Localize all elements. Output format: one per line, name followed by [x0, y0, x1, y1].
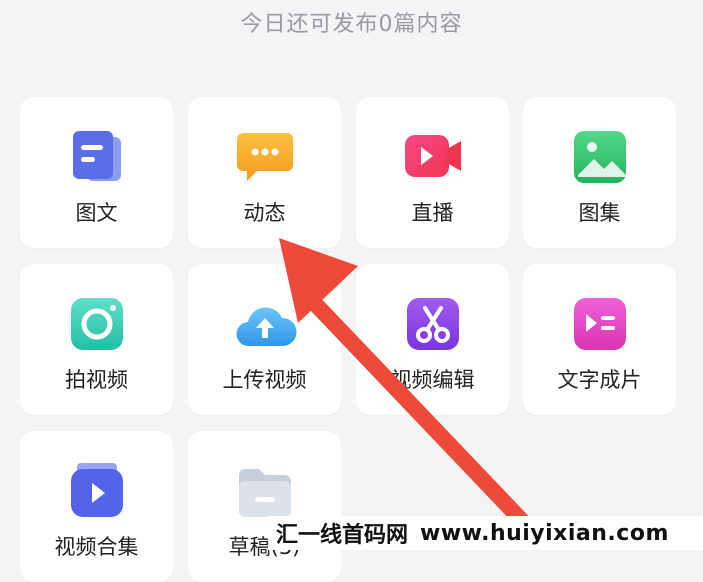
publish-quota-text: 今日还可发布0篇内容 — [240, 12, 463, 37]
tile-label: 视频编辑 — [390, 368, 475, 392]
text-to-video-icon — [568, 294, 632, 354]
tile-upload-video[interactable]: 上传视频 — [188, 264, 341, 415]
watermark-url: www.huiyixian.com — [420, 520, 669, 546]
tile-video-edit[interactable]: 视频编辑 — [356, 264, 509, 415]
tile-video-collection[interactable]: 视频合集 — [20, 431, 173, 582]
scissors-icon — [401, 294, 465, 354]
tile-image-text[interactable]: 图文 — [20, 97, 173, 248]
tile-shoot-video[interactable]: 拍视频 — [20, 264, 173, 415]
image-text-icon — [65, 127, 129, 187]
tile-label: 视频合集 — [54, 535, 139, 559]
shoot-video-icon — [65, 294, 129, 354]
tile-label: 动态 — [243, 201, 286, 225]
drafts-folder-icon — [233, 461, 297, 521]
tile-label: 上传视频 — [222, 368, 307, 392]
tile-live[interactable]: 直播 — [356, 97, 509, 248]
live-camera-icon — [401, 127, 465, 187]
watermark-banner: 汇一线首码网 www.huiyixian.com — [268, 516, 703, 550]
upload-cloud-icon — [233, 294, 297, 354]
moment-chat-icon — [233, 127, 297, 187]
tile-moment[interactable]: 动态 — [188, 97, 341, 248]
watermark-site-name: 汇一线首码网 — [276, 523, 409, 548]
tile-label: 图集 — [578, 201, 621, 225]
tile-gallery[interactable]: 图集 — [523, 97, 676, 248]
tile-drafts[interactable]: 草稿(3) — [188, 431, 341, 582]
tile-label: 直播 — [411, 201, 454, 225]
video-collection-icon — [65, 461, 129, 521]
gallery-icon — [568, 127, 632, 187]
tile-text-to-video[interactable]: 文字成片 — [523, 264, 676, 415]
tile-label: 图文 — [75, 201, 118, 225]
tile-label: 拍视频 — [65, 368, 128, 392]
tile-label: 文字成片 — [557, 368, 642, 392]
